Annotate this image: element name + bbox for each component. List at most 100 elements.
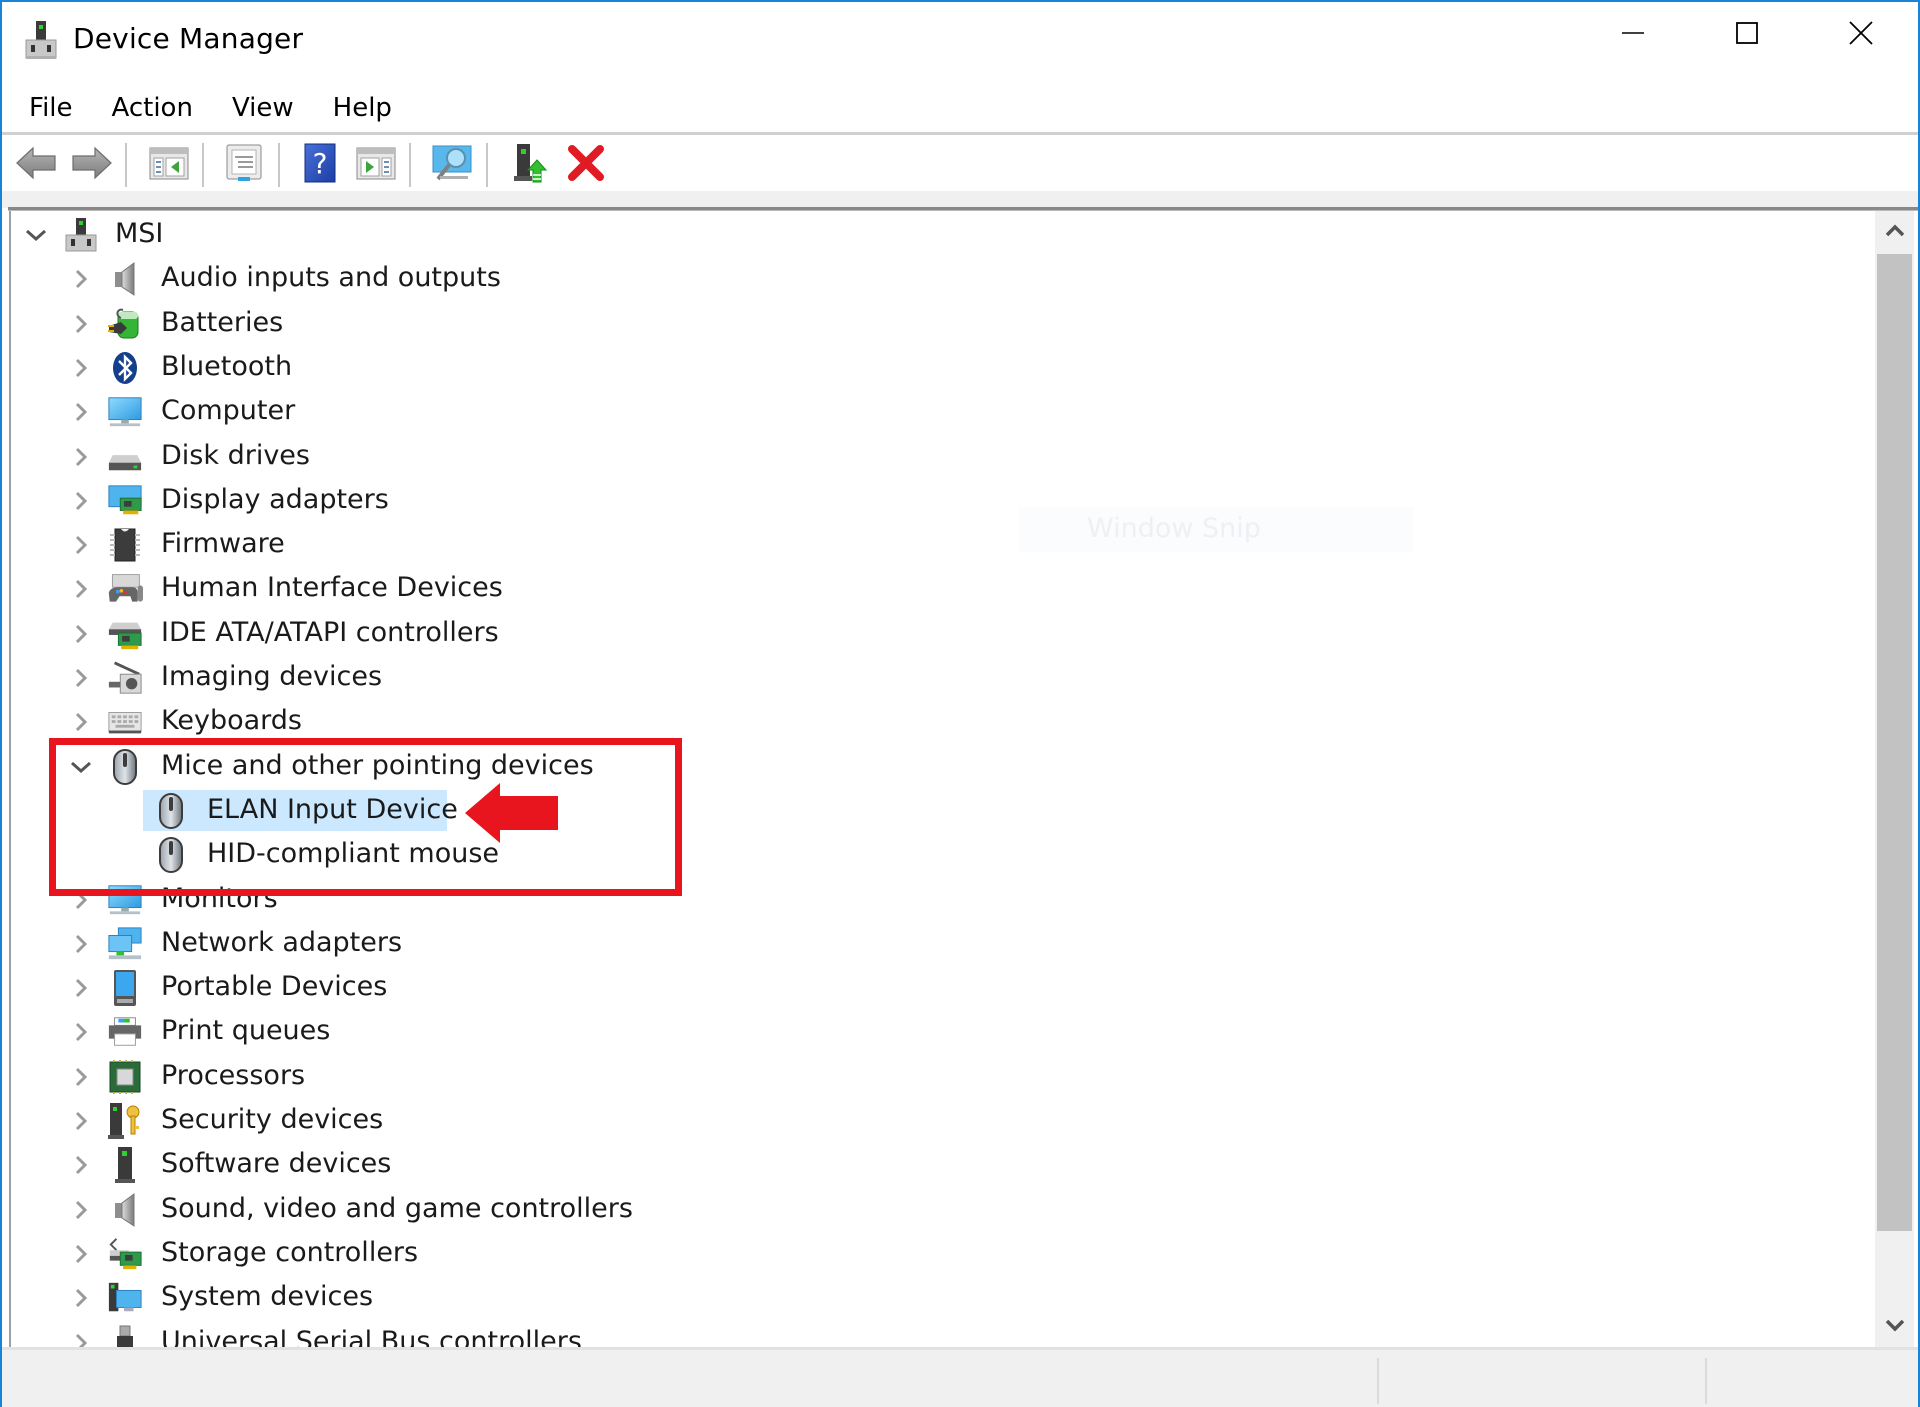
tree-category-sound-video-and-game-controllers[interactable]: Sound, video and game controllers	[11, 1188, 1871, 1232]
menu-view[interactable]: View	[223, 89, 303, 127]
chevron-right-icon[interactable]	[70, 578, 92, 600]
menu-action[interactable]: Action	[103, 89, 202, 127]
toolbar-separator	[486, 143, 488, 187]
tree-category-imaging-devices[interactable]: Imaging devices	[11, 656, 1871, 700]
processor-icon	[107, 1059, 143, 1095]
tree-category-bluetooth[interactable]: Bluetooth	[11, 346, 1871, 390]
ide-controller-icon	[107, 616, 143, 652]
tree-category-mice-and-other-pointing-devices[interactable]: Mice and other pointing devices	[11, 745, 1871, 789]
chevron-right-icon[interactable]	[70, 1287, 92, 1309]
chevron-right-icon[interactable]	[70, 1243, 92, 1265]
tree-item-label: Audio inputs and outputs	[161, 262, 501, 294]
tree-item-label: Display adapters	[161, 483, 389, 515]
minimize-button[interactable]	[1576, 2, 1690, 68]
tree-category-computer[interactable]: Computer	[11, 390, 1871, 434]
back-button[interactable]	[14, 143, 58, 187]
chevron-right-icon[interactable]	[70, 1066, 92, 1088]
battery-icon	[107, 306, 143, 342]
toolbar-separator	[125, 143, 127, 187]
tree-category-universal-serial-bus-controllers[interactable]: Universal Serial Bus controllers	[11, 1321, 1871, 1348]
chevron-right-icon[interactable]	[70, 1199, 92, 1221]
tree-category-firmware[interactable]: Firmware	[11, 523, 1871, 567]
back-arrow-icon	[15, 145, 57, 185]
tree-category-keyboards[interactable]: Keyboards	[11, 700, 1871, 744]
tree-item-label: Universal Serial Bus controllers	[161, 1325, 582, 1348]
tree-category-batteries[interactable]: Batteries	[11, 302, 1871, 346]
device-tree[interactable]: Window Snip MSI Audio inputs and outputs B…	[9, 211, 1875, 1347]
scrollbar-thumb[interactable]	[1877, 254, 1912, 1231]
forward-button[interactable]	[70, 143, 114, 187]
help-button[interactable]: ?	[298, 143, 342, 187]
tree-item-label: Network adapters	[161, 926, 403, 958]
scroll-up-button[interactable]	[1875, 211, 1914, 251]
toolbar-separator	[202, 143, 204, 187]
tree-category-monitors[interactable]: Monitors	[11, 878, 1871, 922]
chevron-right-icon[interactable]	[70, 623, 92, 645]
hid-icon	[107, 571, 143, 607]
tree-category-network-adapters[interactable]: Network adapters	[11, 922, 1871, 966]
tree-category-portable-devices[interactable]: Portable Devices	[11, 966, 1871, 1010]
device-manager-icon	[24, 20, 58, 60]
tree-category-security-devices[interactable]: Security devices	[11, 1099, 1871, 1143]
chevron-right-icon[interactable]	[70, 977, 92, 999]
scan-for-hardware-changes-button[interactable]	[430, 143, 474, 187]
keyboard-icon	[107, 704, 143, 740]
tree-category-software-devices[interactable]: Software devices	[11, 1143, 1871, 1187]
uninstall-icon	[567, 144, 605, 186]
tree-device-elan-input-device[interactable]: ELAN Input Device	[11, 789, 1871, 833]
maximize-button[interactable]	[1690, 2, 1804, 68]
tree-category-system-devices[interactable]: System devices	[11, 1276, 1871, 1320]
tree-root-msi[interactable]: MSI	[11, 213, 1871, 257]
chevron-right-icon[interactable]	[70, 534, 92, 556]
chevron-right-icon[interactable]	[70, 446, 92, 468]
window-title: Device Manager	[73, 22, 304, 55]
chevron-down-icon[interactable]	[70, 756, 92, 778]
status-pane-2	[1379, 1356, 1705, 1406]
tree-category-human-interface-devices[interactable]: Human Interface Devices	[11, 567, 1871, 611]
chevron-right-icon[interactable]	[70, 401, 92, 423]
chevron-right-icon[interactable]	[70, 490, 92, 512]
tree-item-label: Firmware	[161, 528, 285, 560]
chevron-right-icon[interactable]	[70, 1021, 92, 1043]
chevron-right-icon[interactable]	[70, 933, 92, 955]
tree-item-label: Storage controllers	[161, 1236, 419, 1268]
update-driver-button[interactable]	[508, 143, 552, 187]
menu-file[interactable]: File	[20, 89, 82, 127]
tree-device-hid-compliant-mouse[interactable]: HID-compliant mouse	[11, 833, 1871, 877]
properties-button[interactable]	[222, 143, 266, 187]
chevron-down-icon[interactable]	[25, 224, 47, 246]
show-hide-console-tree-button[interactable]	[147, 143, 191, 187]
chevron-right-icon[interactable]	[70, 357, 92, 379]
tree-category-display-adapters[interactable]: Display adapters	[11, 479, 1871, 523]
tree-category-audio-inputs-and-outputs[interactable]: Audio inputs and outputs	[11, 257, 1871, 301]
uninstall-device-button[interactable]	[564, 143, 608, 187]
status-pane-3	[1707, 1356, 1913, 1406]
chevron-right-icon[interactable]	[70, 889, 92, 911]
chevron-right-icon[interactable]	[70, 711, 92, 733]
tree-item-label: IDE ATA/ATAPI controllers	[161, 616, 499, 648]
chevron-right-icon[interactable]	[70, 667, 92, 689]
tree-category-print-queues[interactable]: Print queues	[11, 1010, 1871, 1054]
scroll-down-button[interactable]	[1875, 1307, 1914, 1347]
tree-category-storage-controllers[interactable]: Storage controllers	[11, 1232, 1871, 1276]
tree-item-label: Software devices	[161, 1148, 392, 1180]
console-tree-icon	[149, 145, 189, 185]
toolbar-strip	[2, 191, 1918, 208]
chevron-right-icon[interactable]	[70, 1332, 92, 1347]
printer-icon	[107, 1014, 143, 1050]
vertical-scrollbar[interactable]	[1875, 211, 1914, 1347]
chevron-right-icon[interactable]	[70, 1154, 92, 1176]
tree-category-disk-drives[interactable]: Disk drives	[11, 435, 1871, 479]
chevron-right-icon[interactable]	[70, 1110, 92, 1132]
mouse-icon	[107, 748, 143, 785]
chevron-right-icon[interactable]	[70, 268, 92, 290]
minimize-icon	[1621, 21, 1645, 49]
close-button[interactable]	[1804, 2, 1918, 68]
show-hide-action-pane-button[interactable]	[354, 143, 398, 187]
tree-category-ide-ata-atapi-controllers[interactable]: IDE ATA/ATAPI controllers	[11, 612, 1871, 656]
tree-item-label: ELAN Input Device	[207, 793, 458, 825]
tree-category-processors[interactable]: Processors	[11, 1055, 1871, 1099]
help-icon: ?	[303, 143, 337, 187]
menu-help[interactable]: Help	[324, 89, 401, 127]
chevron-right-icon[interactable]	[70, 313, 92, 335]
